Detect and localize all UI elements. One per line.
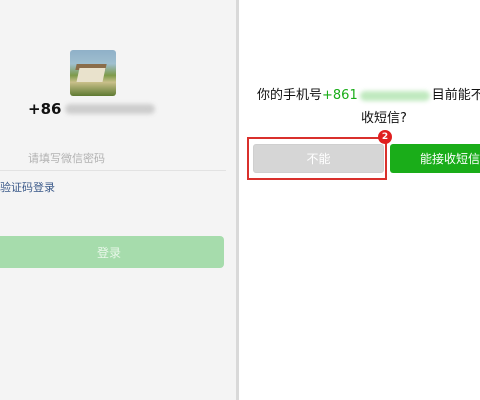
question-suffix: 目前能不 <box>431 88 480 103</box>
country-code: +86 <box>28 100 62 118</box>
phone-number-row: +86 <box>28 99 156 119</box>
step-badge: 2 <box>378 130 392 144</box>
cannot-receive-button[interactable]: 不能 <box>253 144 384 173</box>
login-panel: +86 请填写微信密码 验证码登录 登录 <box>0 0 236 400</box>
avatar <box>70 50 116 96</box>
dialog-question-line1: 你的手机号+861 目前能不 <box>257 84 480 103</box>
avatar-house <box>76 68 106 82</box>
can-receive-button[interactable]: 能接收短信 <box>390 144 480 173</box>
login-button[interactable]: 登录 <box>0 236 224 268</box>
blurred-phone-number <box>65 104 156 114</box>
question-prefix: 你的手机号 <box>257 88 323 103</box>
input-underline <box>0 170 226 171</box>
sms-login-link[interactable]: 验证码登录 <box>0 179 55 195</box>
phone-prefix: +861 <box>322 88 358 103</box>
blurred-phone-digits <box>359 90 430 101</box>
password-input[interactable]: 请填写微信密码 <box>28 150 105 166</box>
dialog-question-line2: 收短信? <box>361 111 407 126</box>
sms-confirm-panel: 你的手机号+861 目前能不 收短信? 不能 2 能接收短信 <box>239 0 480 400</box>
